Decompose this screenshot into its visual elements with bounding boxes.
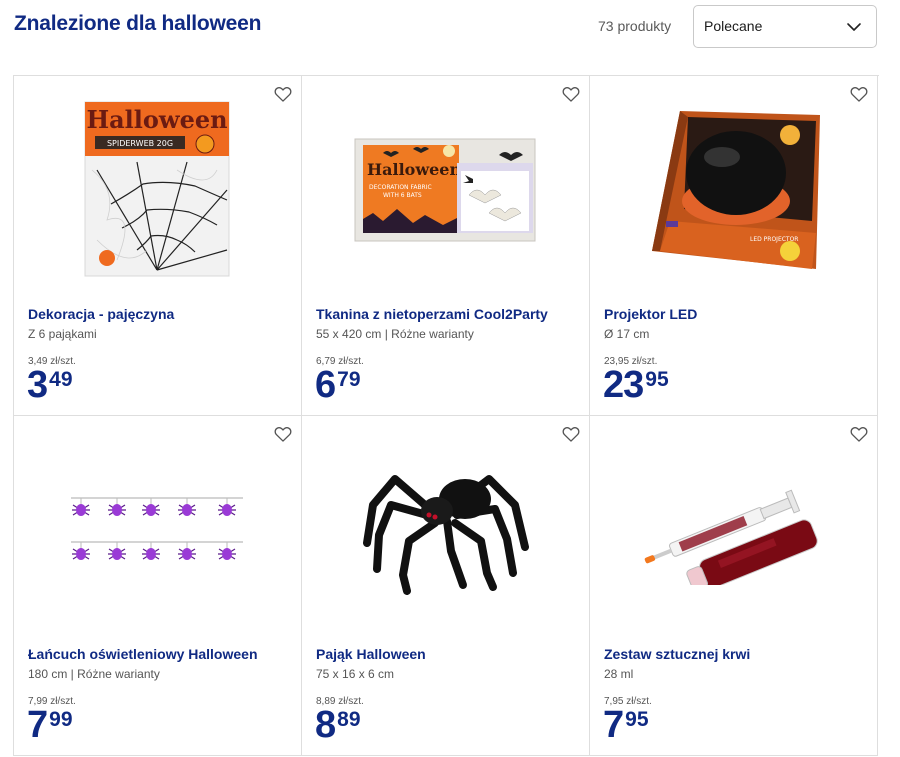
spider-bulb-icon bbox=[142, 542, 160, 560]
product-description: Ø 17 cm bbox=[604, 327, 650, 341]
fake-blood-kit-image bbox=[600, 430, 866, 630]
svg-text:Halloween: Halloween bbox=[86, 105, 227, 134]
product-grid: Halloween SPIDERWEB 20G Dekoracja - paję… bbox=[13, 75, 879, 756]
price-decimal: 95 bbox=[645, 368, 669, 391]
product-name[interactable]: Projektor LED bbox=[604, 306, 697, 322]
black-spider-image bbox=[312, 430, 578, 630]
product-price: 6 79 bbox=[315, 366, 361, 404]
product-description: Z 6 pająkami bbox=[28, 327, 97, 341]
product-price: 8 89 bbox=[315, 706, 361, 744]
chevron-down-icon bbox=[847, 23, 861, 31]
spider-bulb-icon bbox=[142, 498, 160, 516]
product-count: 73 produkty bbox=[598, 18, 672, 34]
product-description: 180 cm | Różne warianty bbox=[28, 667, 160, 681]
spider-web-package-image: Halloween SPIDERWEB 20G bbox=[24, 90, 290, 290]
price-integer: 8 bbox=[315, 704, 336, 746]
spider-bulb-icon bbox=[72, 498, 90, 516]
product-description: 55 x 420 cm | Różne warianty bbox=[316, 327, 474, 341]
product-description: 28 ml bbox=[604, 667, 634, 681]
product-price: 3 49 bbox=[27, 366, 73, 404]
price-decimal: 95 bbox=[625, 708, 649, 731]
sort-selected-value: Polecane bbox=[704, 18, 763, 34]
spider-bulb-icon bbox=[218, 542, 236, 560]
price-integer: 7 bbox=[27, 704, 48, 746]
price-integer: 7 bbox=[603, 704, 624, 746]
price-decimal: 79 bbox=[337, 368, 361, 391]
spider-bulb-icon bbox=[72, 542, 90, 560]
product-card[interactable]: Halloween DECORATION FABRIC WITH 6 BATS … bbox=[302, 76, 590, 416]
product-name[interactable]: Dekoracja - pajęczyna bbox=[28, 306, 174, 322]
product-card[interactable]: Zestaw sztucznej krwi 28 ml 7,95 zł/szt.… bbox=[590, 416, 878, 756]
product-card[interactable]: LED PROJECTOR Projektor LED Ø 17 cm 23,9… bbox=[590, 76, 878, 416]
product-card[interactable]: Halloween SPIDERWEB 20G Dekoracja - paję… bbox=[14, 76, 302, 416]
spider-light-chain-image bbox=[24, 430, 290, 630]
svg-text:SPIDERWEB 20G: SPIDERWEB 20G bbox=[107, 139, 173, 148]
spider-bulb-icon bbox=[218, 498, 236, 516]
price-integer: 6 bbox=[315, 364, 336, 406]
product-name[interactable]: Tkanina z nietoperzami Cool2Party bbox=[316, 306, 548, 322]
spider-bulb-icon bbox=[178, 498, 196, 516]
spider-bulb-icon bbox=[108, 498, 126, 516]
product-card[interactable]: Pająk Halloween 75 x 16 x 6 cm 8,89 zł/s… bbox=[302, 416, 590, 756]
product-name[interactable]: Łańcuch oświetleniowy Halloween bbox=[28, 646, 258, 662]
price-decimal: 89 bbox=[337, 708, 361, 731]
price-decimal: 99 bbox=[49, 708, 73, 731]
page-title: Znalezione dla halloween bbox=[14, 12, 262, 35]
product-name[interactable]: Zestaw sztucznej krwi bbox=[604, 646, 750, 662]
svg-text:Halloween: Halloween bbox=[367, 160, 461, 179]
product-card[interactable]: Łańcuch oświetleniowy Halloween 180 cm |… bbox=[14, 416, 302, 756]
product-price: 23 95 bbox=[603, 366, 669, 404]
spider-bulb-icon bbox=[178, 542, 196, 560]
product-name[interactable]: Pająk Halloween bbox=[316, 646, 426, 662]
product-price: 7 95 bbox=[603, 706, 649, 744]
price-decimal: 49 bbox=[49, 368, 73, 391]
price-integer: 23 bbox=[603, 364, 644, 406]
price-integer: 3 bbox=[27, 364, 48, 406]
product-description: 75 x 16 x 6 cm bbox=[316, 667, 395, 681]
svg-text:DECORATION FABRIC: DECORATION FABRIC bbox=[369, 184, 432, 191]
sort-dropdown[interactable]: Polecane bbox=[693, 5, 877, 48]
bat-fabric-package-image: Halloween DECORATION FABRIC WITH 6 BATS bbox=[312, 90, 578, 290]
results-header: Znalezione dla halloween 73 produkty Pol… bbox=[0, 0, 900, 60]
spider-bulb-icon bbox=[108, 542, 126, 560]
svg-text:WITH 6 BATS: WITH 6 BATS bbox=[383, 192, 422, 199]
led-projector-box-image: LED PROJECTOR bbox=[600, 90, 866, 290]
product-price: 7 99 bbox=[27, 706, 73, 744]
